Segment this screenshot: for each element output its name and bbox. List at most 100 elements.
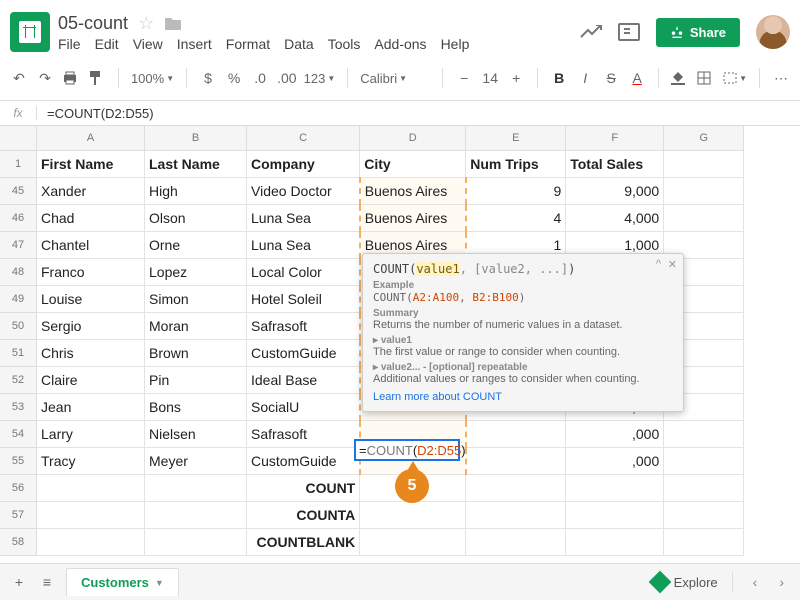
font-size-decrease[interactable]: − <box>455 70 473 86</box>
menu-view[interactable]: View <box>133 36 163 52</box>
row-header[interactable]: 54 <box>0 421 37 448</box>
cell[interactable]: ,000 <box>566 448 664 475</box>
cell[interactable] <box>664 556 744 557</box>
merge-icon[interactable]: ▼ <box>723 72 747 84</box>
cell[interactable]: Buenos Aires <box>360 178 466 205</box>
cell[interactable] <box>360 556 466 557</box>
menu-addons[interactable]: Add-ons <box>374 36 426 52</box>
cell[interactable] <box>664 475 744 502</box>
cell[interactable]: COUNTUNIQUE <box>247 556 360 557</box>
row-header[interactable]: 56 <box>0 475 37 502</box>
menu-data[interactable]: Data <box>284 36 314 52</box>
sheet-tab-menu-icon[interactable]: ▼ <box>155 578 164 588</box>
menu-format[interactable]: Format <box>226 36 270 52</box>
star-icon[interactable]: ☆ <box>138 13 154 34</box>
row-header[interactable]: 51 <box>0 340 37 367</box>
row-header[interactable]: 58 <box>0 529 37 556</box>
cell[interactable]: COUNTBLANK <box>247 529 360 556</box>
cell[interactable]: Luna Sea <box>247 205 360 232</box>
formula-input[interactable]: =COUNT(D2:D55) <box>37 106 154 121</box>
print-icon[interactable] <box>62 71 80 85</box>
sheet-tab[interactable]: Customers ▼ <box>66 568 179 596</box>
menu-edit[interactable]: Edit <box>95 36 119 52</box>
cell[interactable]: Lopez <box>145 259 247 286</box>
menu-tools[interactable]: Tools <box>328 36 361 52</box>
cell[interactable]: Pin <box>145 367 247 394</box>
cell[interactable] <box>664 502 744 529</box>
row-header[interactable]: 48 <box>0 259 37 286</box>
font-size-increase[interactable]: + <box>507 70 525 86</box>
row-header[interactable]: 49 <box>0 286 37 313</box>
cell[interactable] <box>466 448 566 475</box>
font-size[interactable]: 14 <box>481 70 499 86</box>
cell[interactable]: Video Doctor <box>247 178 360 205</box>
activity-icon[interactable] <box>580 25 602 39</box>
folder-icon[interactable] <box>164 16 182 31</box>
cell[interactable]: COUNTA <box>247 502 360 529</box>
cell[interactable]: Tracy <box>37 448 145 475</box>
cell[interactable]: CustomGuide <box>247 448 360 475</box>
cell[interactable] <box>664 178 744 205</box>
cell[interactable] <box>566 556 664 557</box>
cell[interactable]: Louise <box>37 286 145 313</box>
cell[interactable] <box>566 502 664 529</box>
percent-icon[interactable]: % <box>225 70 243 86</box>
cell[interactable] <box>37 502 145 529</box>
cell[interactable]: Hotel Soleil <box>247 286 360 313</box>
menu-file[interactable]: File <box>58 36 81 52</box>
cell[interactable]: Luna Sea <box>247 232 360 259</box>
scroll-right-icon[interactable]: › <box>773 574 790 590</box>
cell[interactable]: Larry <box>37 421 145 448</box>
cell[interactable]: 9,000 <box>566 178 664 205</box>
all-sheets-icon[interactable]: ≡ <box>38 574 56 590</box>
row-header[interactable]: 57 <box>0 502 37 529</box>
cell[interactable] <box>466 475 566 502</box>
avatar[interactable] <box>756 15 790 49</box>
number-format-select[interactable]: 123▼ <box>304 71 336 86</box>
add-sheet-icon[interactable]: + <box>10 574 28 590</box>
cell[interactable]: 4,000 <box>566 205 664 232</box>
cell[interactable]: Safrasoft <box>247 421 360 448</box>
header-cell[interactable]: First Name <box>37 151 145 178</box>
header-cell[interactable]: Total Sales <box>566 151 664 178</box>
cell[interactable]: 4 <box>466 205 566 232</box>
cell[interactable]: Brown <box>145 340 247 367</box>
fill-color-icon[interactable] <box>671 71 689 85</box>
cell[interactable] <box>466 556 566 557</box>
strike-icon[interactable]: S <box>602 70 620 86</box>
menu-insert[interactable]: Insert <box>177 36 212 52</box>
active-cell[interactable]: =COUNT(D2:D55) <box>354 439 460 461</box>
fx-icon[interactable]: fx <box>0 106 37 120</box>
cell[interactable]: Claire <box>37 367 145 394</box>
cell[interactable]: Sergio <box>37 313 145 340</box>
cell[interactable]: Buenos Aires <box>360 205 466 232</box>
cell[interactable] <box>664 448 744 475</box>
row-header[interactable]: 59 <box>0 556 37 557</box>
decrease-decimal-icon[interactable]: .0 <box>251 70 269 86</box>
column-header[interactable]: E <box>466 126 566 151</box>
header-cell[interactable]: Company <box>247 151 360 178</box>
row-header[interactable]: 50 <box>0 313 37 340</box>
cell[interactable]: High <box>145 178 247 205</box>
header-cell[interactable]: City <box>360 151 466 178</box>
currency-icon[interactable]: $ <box>199 70 217 86</box>
cell[interactable] <box>360 529 466 556</box>
cell[interactable]: Olson <box>145 205 247 232</box>
header-cell[interactable]: Last Name <box>145 151 247 178</box>
font-select[interactable]: Calibri▼ <box>360 71 430 86</box>
column-header[interactable]: D <box>360 126 466 151</box>
row-header[interactable]: 45 <box>0 178 37 205</box>
cell[interactable]: CustomGuide <box>247 340 360 367</box>
column-header[interactable]: B <box>145 126 247 151</box>
menu-help[interactable]: Help <box>441 36 470 52</box>
comments-icon[interactable] <box>618 23 640 41</box>
bold-icon[interactable]: B <box>550 70 568 86</box>
cell[interactable]: Orne <box>145 232 247 259</box>
borders-icon[interactable] <box>697 71 715 85</box>
redo-icon[interactable]: ↷ <box>36 70 54 87</box>
column-header[interactable]: C <box>247 126 360 151</box>
cell[interactable] <box>466 529 566 556</box>
cell[interactable] <box>566 529 664 556</box>
cell[interactable]: Nielsen <box>145 421 247 448</box>
cell[interactable]: Simon <box>145 286 247 313</box>
